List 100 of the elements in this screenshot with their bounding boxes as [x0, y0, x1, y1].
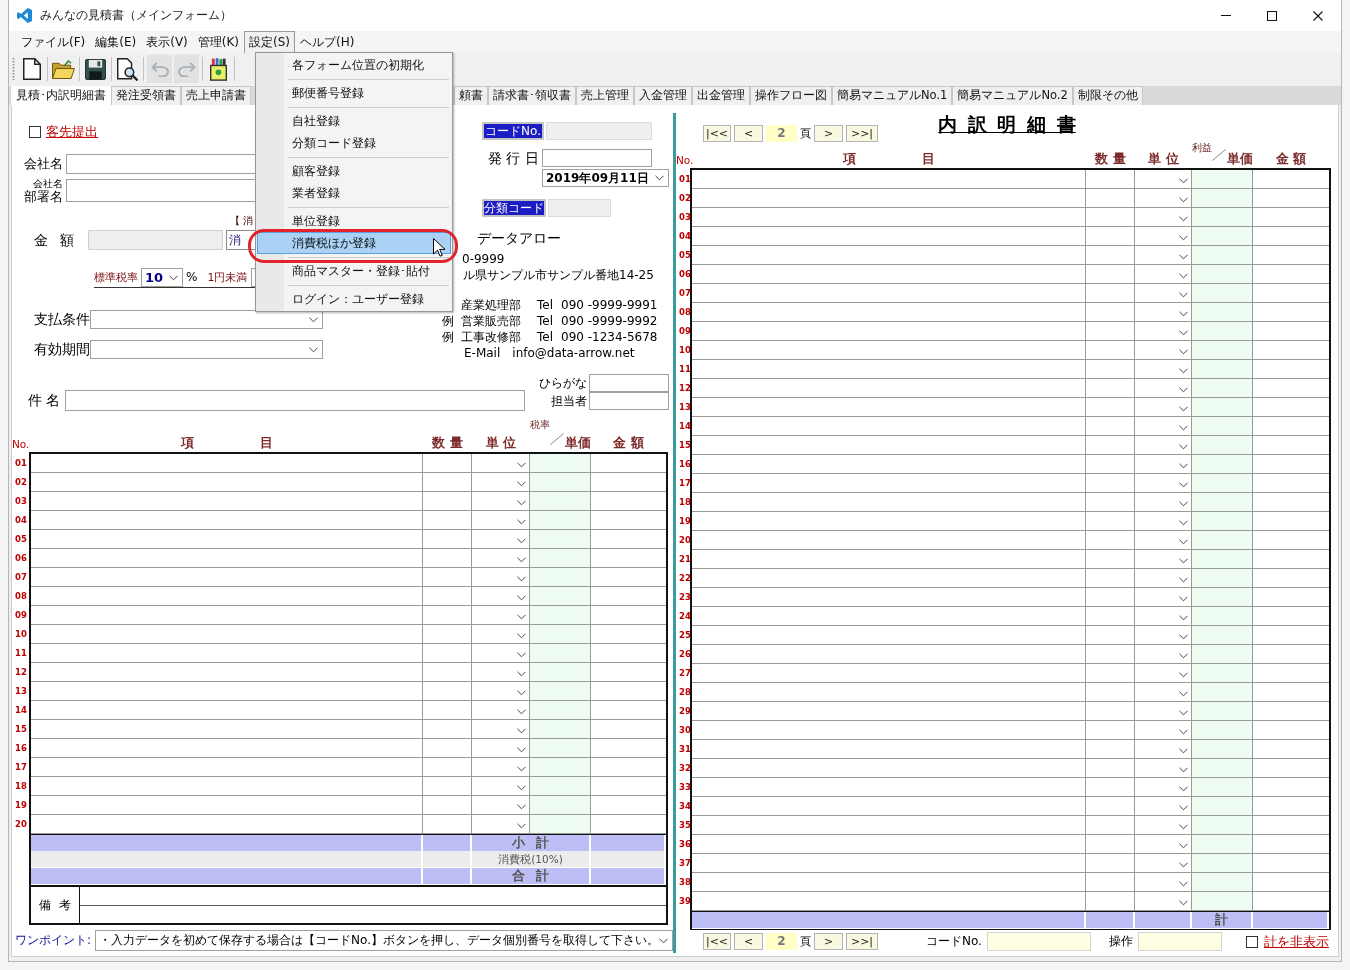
unit-price-field[interactable]: [530, 777, 591, 795]
tab[interactable]: 出金管理: [692, 86, 750, 105]
tab[interactable]: 売上管理: [576, 86, 634, 105]
unit-price-field[interactable]: [530, 530, 591, 548]
unit-price-field[interactable]: [530, 587, 591, 605]
tab[interactable]: 発注受領書: [111, 86, 181, 105]
unit-price-field[interactable]: [1192, 588, 1253, 606]
unit-price-field[interactable]: [1192, 360, 1253, 378]
menu-item[interactable]: 郵便番号登録: [257, 82, 451, 104]
unit-price-field[interactable]: [530, 511, 591, 529]
unit-price-field[interactable]: [530, 644, 591, 662]
menu-item[interactable]: 編集(E): [90, 31, 142, 53]
unit-price-field[interactable]: [1192, 550, 1253, 568]
furigana-field[interactable]: [589, 374, 669, 392]
tab[interactable]: 売上申請書: [181, 86, 251, 105]
unit-price-field[interactable]: [530, 758, 591, 776]
page-number-field[interactable]: 2: [766, 933, 797, 950]
tab[interactable]: 請求書･領収書: [488, 86, 576, 105]
unit-price-field[interactable]: [530, 454, 591, 472]
unit-price-field[interactable]: [530, 663, 591, 681]
unit-price-field[interactable]: [1192, 569, 1253, 587]
last-page-button[interactable]: >>|: [846, 125, 878, 142]
code-number-field[interactable]: [986, 932, 1091, 951]
previous-page-button[interactable]: <: [734, 933, 763, 950]
unit-price-field[interactable]: [1192, 835, 1253, 853]
tab[interactable]: 操作フロー図: [750, 86, 832, 105]
unit-price-field[interactable]: [530, 682, 591, 700]
menu-item[interactable]: 設定(S): [244, 31, 295, 53]
unit-price-field[interactable]: [1192, 626, 1253, 644]
tab[interactable]: 見積･内訳明細書: [11, 86, 111, 105]
tax-rate-dropdown[interactable]: 10: [141, 268, 183, 287]
unit-price-field[interactable]: [530, 815, 591, 833]
category-code-button[interactable]: 分類コード: [482, 199, 546, 217]
unit-price-field[interactable]: [1192, 873, 1253, 891]
last-page-button[interactable]: >>|: [846, 933, 878, 950]
code-number-button[interactable]: コードNo.: [482, 122, 544, 140]
checkbox[interactable]: [1245, 935, 1258, 948]
unit-price-field[interactable]: [1192, 227, 1253, 245]
unit-price-field[interactable]: [1192, 740, 1253, 758]
unit-price-field[interactable]: [530, 701, 591, 719]
next-page-button[interactable]: >: [814, 933, 843, 950]
next-page-button[interactable]: >: [814, 125, 843, 142]
unit-price-field[interactable]: [1192, 607, 1253, 625]
tab[interactable]: 簡易マニュアルNo.2: [952, 86, 1073, 105]
unit-price-field[interactable]: [1192, 474, 1253, 492]
page-number-field[interactable]: 2: [766, 125, 797, 142]
unit-price-field[interactable]: [1192, 208, 1253, 226]
payment-terms-dropdown[interactable]: [90, 310, 323, 329]
menu-item[interactable]: 管理(K): [192, 31, 245, 53]
unit-price-field[interactable]: [1192, 493, 1253, 511]
menu-item[interactable]: 表示(V): [141, 31, 193, 53]
unit-price-field[interactable]: [530, 606, 591, 624]
unit-price-field[interactable]: [1192, 322, 1253, 340]
unit-price-field[interactable]: [1192, 398, 1253, 416]
menu-item[interactable]: ログイン：ユーザー登録: [257, 288, 451, 310]
checkbox[interactable]: [29, 125, 41, 138]
print-preview-button[interactable]: [115, 55, 140, 83]
tab[interactable]: 簡易マニュアルNo.1: [832, 86, 953, 105]
unit-price-field[interactable]: [1192, 284, 1253, 302]
unit-price-field[interactable]: [1192, 892, 1253, 910]
menu-item[interactable]: 商品マスター・登録･貼付: [257, 260, 451, 282]
validity-dropdown[interactable]: [90, 340, 323, 359]
unit-price-field[interactable]: [1192, 854, 1253, 872]
unit-price-field[interactable]: [1192, 379, 1253, 397]
previous-page-button[interactable]: <: [734, 125, 763, 142]
unit-price-field[interactable]: [530, 625, 591, 643]
unit-price-field[interactable]: [1192, 683, 1253, 701]
unit-price-field[interactable]: [1192, 702, 1253, 720]
unit-price-field[interactable]: [1192, 816, 1253, 834]
menu-item[interactable]: 各フォーム位置の初期化: [257, 54, 451, 76]
operation-field[interactable]: [1137, 932, 1222, 951]
menu-item[interactable]: ヘルプ(H): [295, 31, 360, 53]
menu-item[interactable]: 自社登録: [257, 110, 451, 132]
menu-item[interactable]: ファイル(F): [16, 31, 91, 53]
tab[interactable]: 入金管理: [634, 86, 692, 105]
unit-price-field[interactable]: [530, 739, 591, 757]
menu-item[interactable]: 単位登録: [257, 210, 451, 232]
person-in-charge-field[interactable]: [589, 392, 669, 410]
unit-price-field[interactable]: [530, 492, 591, 510]
unit-price-field[interactable]: [1192, 512, 1253, 530]
unit-price-field[interactable]: [530, 568, 591, 586]
unit-price-field[interactable]: [530, 473, 591, 491]
menu-item[interactable]: 分類コード登録: [257, 132, 451, 154]
menu-item[interactable]: 顧客登録: [257, 160, 451, 182]
unit-price-field[interactable]: [1192, 645, 1253, 663]
hide-totals-link[interactable]: 計を非表示: [1263, 933, 1329, 950]
unit-price-field[interactable]: [1192, 417, 1253, 435]
issue-date-field[interactable]: [542, 149, 652, 167]
date-dropdown[interactable]: 2019年09月11日: [542, 169, 669, 187]
first-page-button[interactable]: |<<: [703, 933, 731, 950]
unit-price-field[interactable]: [1192, 265, 1253, 283]
tab[interactable]: 頼書: [454, 86, 488, 105]
unit-price-field[interactable]: [1192, 246, 1253, 264]
subject-field[interactable]: [65, 390, 525, 411]
unit-price-field[interactable]: [1192, 170, 1253, 188]
submit-to-client-link[interactable]: 客先提出: [46, 123, 98, 140]
unit-price-field[interactable]: [1192, 778, 1253, 796]
menu-item[interactable]: 消費税ほか登録: [257, 232, 451, 254]
unit-price-field[interactable]: [530, 796, 591, 814]
unit-price-field[interactable]: [1192, 436, 1253, 454]
